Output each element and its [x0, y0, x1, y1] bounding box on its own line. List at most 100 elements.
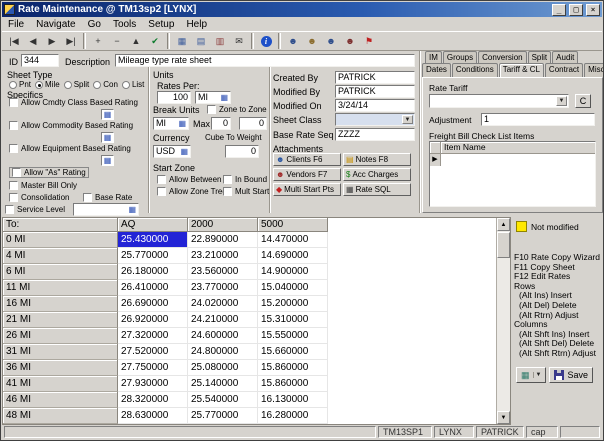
- sheet-type-radio[interactable]: Mile: [35, 80, 60, 89]
- window-button[interactable]: ▤: [192, 33, 210, 49]
- allow-commodity-checkbox[interactable]: Allow Commodity Based Rating: [9, 121, 133, 130]
- maximize-button[interactable]: □: [569, 4, 583, 16]
- sheet-type-radio[interactable]: Pnt: [9, 80, 31, 89]
- grid-cell[interactable]: 23.770000: [188, 280, 258, 296]
- grid-cell[interactable]: 27.930000: [118, 376, 188, 392]
- grid-cell[interactable]: 25.770000: [188, 408, 258, 424]
- currency-lookup-button[interactable]: ▦: [180, 146, 188, 157]
- zone-field[interactable]: 0: [239, 117, 267, 130]
- grid-row-header[interactable]: 0 MI: [3, 232, 118, 248]
- grid-column-header[interactable]: 5000: [258, 218, 328, 232]
- toolbar-separator[interactable]: [278, 33, 281, 49]
- acc-charges-button[interactable]: $Acc Charges: [343, 168, 411, 181]
- grid-cell[interactable]: 14.690000: [258, 248, 328, 264]
- grid-cell[interactable]: 22.890000: [188, 232, 258, 248]
- grid-cell[interactable]: 15.860000: [258, 376, 328, 392]
- base-rate-seq-field[interactable]: ZZZZ: [335, 128, 415, 141]
- tab-conditions[interactable]: Conditions: [452, 63, 498, 77]
- grid-cell[interactable]: 27.520000: [118, 344, 188, 360]
- notes-f8-button[interactable]: ▤Notes F8: [343, 153, 411, 166]
- save-button[interactable]: Save: [549, 367, 593, 383]
- dropdown-arrow-icon[interactable]: ▼: [556, 96, 567, 106]
- grid-row-header[interactable]: 26 MI: [3, 328, 118, 344]
- base-rate-checkbox[interactable]: Base Rate: [83, 193, 132, 202]
- tab-groups[interactable]: Groups: [443, 51, 477, 63]
- nav-last-button[interactable]: ▶|: [62, 33, 80, 49]
- grid-cell[interactable]: 27.750000: [118, 360, 188, 376]
- grid-cell[interactable]: 25.430000: [118, 232, 188, 248]
- grid-cell[interactable]: 15.310000: [258, 312, 328, 328]
- grid-cell[interactable]: 27.320000: [118, 328, 188, 344]
- grid-cell[interactable]: 15.200000: [258, 296, 328, 312]
- tab-tariff-cl[interactable]: Tariff & CL: [499, 63, 544, 77]
- grid-cell[interactable]: 26.410000: [118, 280, 188, 296]
- rate-tariff-dropdown[interactable]: ▼: [429, 94, 569, 108]
- rates-unit-lookup-button[interactable]: ▦: [220, 92, 228, 103]
- menu-item[interactable]: Go: [82, 18, 107, 31]
- title-bar[interactable]: Rate Maintenance @ TM13sp2 [LYNX] _ □ ×: [2, 2, 602, 17]
- grid-column-header[interactable]: AQ: [118, 218, 188, 232]
- id-field[interactable]: 344: [21, 54, 59, 67]
- insert-record-button[interactable]: +: [89, 33, 107, 49]
- allow-cmdty-class-checkbox[interactable]: Allow Cmdty Class Based Rating: [9, 98, 138, 107]
- grid-cell[interactable]: 26.180000: [118, 264, 188, 280]
- dropdown-arrow-icon[interactable]: ▼: [402, 115, 413, 124]
- allow-as-rating-checkbox[interactable]: Allow "As" Rating: [9, 167, 89, 178]
- nav-first-button[interactable]: |◀: [5, 33, 23, 49]
- tab-dates[interactable]: Dates: [422, 63, 451, 77]
- info-button[interactable]: i: [257, 33, 275, 49]
- mult-start-checkbox[interactable]: Mult Start: [223, 187, 269, 196]
- rates-per-unit-field[interactable]: ▦MI: [195, 91, 231, 104]
- grid-cell[interactable]: 16.280000: [258, 408, 328, 424]
- menu-item[interactable]: Tools: [107, 18, 142, 31]
- menu-item[interactable]: File: [2, 18, 30, 31]
- cmdty-class-lookup-button[interactable]: ▦: [101, 109, 114, 120]
- adjustment-field[interactable]: 1: [481, 113, 595, 126]
- grid-row-header[interactable]: 36 MI: [3, 360, 118, 376]
- service-level-lookup-button[interactable]: ▦: [128, 204, 136, 215]
- allow-equipment-checkbox[interactable]: Allow Equipment Based Rating: [9, 144, 131, 153]
- menu-item[interactable]: Help: [180, 18, 213, 31]
- sheet-type-radio[interactable]: List: [122, 80, 144, 89]
- multi-start-pts-button[interactable]: ◆Multi Start Pts: [273, 183, 341, 196]
- dropdown-arrow-icon[interactable]: ▼: [533, 372, 542, 378]
- delete-record-button[interactable]: −: [108, 33, 126, 49]
- print-button[interactable]: ▥: [211, 33, 229, 49]
- grid-row-header[interactable]: 6 MI: [3, 264, 118, 280]
- grid-cell[interactable]: 28.630000: [118, 408, 188, 424]
- grid-vertical-scrollbar[interactable]: ▲ ▼: [496, 218, 510, 424]
- vendors-f7-button[interactable]: ☻Vendors F7: [273, 168, 341, 181]
- rates-per-field[interactable]: 100: [157, 91, 191, 104]
- flag-button[interactable]: ⚑: [360, 33, 378, 49]
- tab-split[interactable]: Split: [528, 51, 552, 63]
- item-name-column-header[interactable]: Item Name: [441, 142, 595, 154]
- nav-next-button[interactable]: ▶: [43, 33, 61, 49]
- tab-contract[interactable]: Contract: [545, 63, 583, 77]
- rate-sql-button[interactable]: ▦Rate SQL: [343, 183, 411, 196]
- grid-column-header[interactable]: To:: [3, 218, 118, 232]
- grid-cell[interactable]: 15.660000: [258, 344, 328, 360]
- grid-cell[interactable]: 26.920000: [118, 312, 188, 328]
- grid-cell[interactable]: 24.210000: [188, 312, 258, 328]
- grid-row-header[interactable]: 31 MI: [3, 344, 118, 360]
- created-by-field[interactable]: PATRICK: [335, 71, 415, 84]
- grid-cell[interactable]: 16.130000: [258, 392, 328, 408]
- grid-cell[interactable]: 14.900000: [258, 264, 328, 280]
- allow-zone-tree-checkbox[interactable]: Allow Zone Tree: [157, 187, 227, 196]
- modified-on-field[interactable]: 3/24/14: [335, 99, 415, 112]
- description-field[interactable]: Mileage type rate sheet: [115, 54, 415, 67]
- tab-misc[interactable]: Misc: [584, 63, 604, 77]
- grid-cell[interactable]: 25.080000: [188, 360, 258, 376]
- master-bill-only-checkbox[interactable]: Master Bill Only: [9, 181, 77, 190]
- modified-by-field[interactable]: PATRICK: [335, 85, 415, 98]
- currency-field[interactable]: ▦USD: [153, 145, 191, 158]
- in-bound-checkbox[interactable]: In Bound: [223, 175, 267, 184]
- checklist-cell[interactable]: [441, 154, 595, 166]
- sheet-type-radio[interactable]: Con: [93, 80, 118, 89]
- break-unit-lookup-button[interactable]: ▦: [178, 118, 186, 129]
- grid-cell[interactable]: 24.600000: [188, 328, 258, 344]
- grid-row-header[interactable]: 46 MI: [3, 392, 118, 408]
- contact-button-1[interactable]: ☻: [284, 33, 302, 49]
- scroll-down-icon[interactable]: ▼: [497, 411, 510, 424]
- sheet-type-radio[interactable]: Split: [64, 80, 90, 89]
